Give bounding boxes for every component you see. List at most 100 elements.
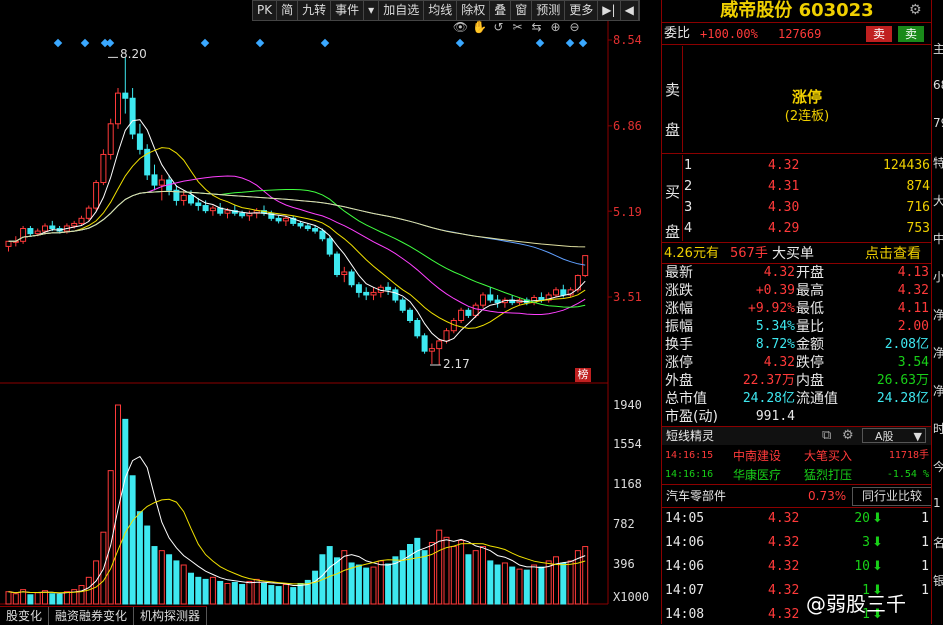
event-marker bbox=[578, 38, 588, 48]
volume-bar bbox=[450, 546, 457, 605]
sprite-row[interactable]: 14:16:15 中南建设 大笔买入 11718手 bbox=[662, 447, 932, 465]
tick-price: 4.32 bbox=[768, 559, 800, 574]
toolbar-item[interactable]: 均线 bbox=[424, 1, 458, 20]
sprite-event: 大笔买入 bbox=[804, 449, 853, 463]
quote-value: 2.00 bbox=[897, 319, 929, 334]
big-buy-link[interactable]: 点击查看 bbox=[865, 245, 921, 263]
toolbar-item[interactable]: 加自选 bbox=[379, 1, 425, 20]
tick-flag: 1 bbox=[921, 559, 929, 574]
candle-body bbox=[407, 309, 413, 322]
kline-chart[interactable]: PK 简九转 事件 ▾ 加自选 均线 除权叠窗预测 更多 ▶| ◀ 👁 ✋ ↺ ✂ ⇆ ⊕ ⊖ 8.54 6.… bbox=[0, 0, 660, 625]
rank-badge[interactable]: 榜 bbox=[575, 368, 591, 382]
level-num: 3 bbox=[684, 200, 693, 215]
consecutive-limit: (2连板) bbox=[784, 109, 830, 124]
volume-bar bbox=[458, 539, 465, 605]
event-marker bbox=[105, 38, 115, 48]
bottom-tab[interactable]: 融资融券变化 bbox=[49, 607, 135, 625]
sector-name[interactable]: 汽车零部件 bbox=[666, 487, 726, 505]
chart-tool-icon[interactable]: ↺ bbox=[490, 20, 507, 34]
toolbar-item[interactable]: 叠 bbox=[490, 1, 512, 20]
candle-body bbox=[85, 207, 92, 219]
candle-body bbox=[100, 153, 107, 184]
kline-svg[interactable] bbox=[0, 0, 660, 624]
bottom-tab[interactable]: 股变化 bbox=[0, 607, 50, 625]
toolbar-item[interactable]: PK bbox=[253, 1, 278, 20]
sprite-stock: 华康医疗 bbox=[733, 468, 782, 482]
level-volume: 753 bbox=[906, 221, 930, 236]
buy-button[interactable]: 卖 bbox=[898, 26, 924, 42]
compare-button[interactable]: 同行业比较 bbox=[852, 487, 932, 506]
sprite-row[interactable]: 14:16:16 华康医疗 猛烈打压 -1.54 % bbox=[662, 466, 932, 484]
settings-icon[interactable]: ⚙ bbox=[842, 427, 854, 445]
quote-row: 涨停 4.32 跌停 3.54 bbox=[662, 354, 932, 372]
event-marker bbox=[200, 38, 210, 48]
chart-tool-icon[interactable]: ⇆ bbox=[528, 20, 545, 34]
volume-axis-label: 1554 bbox=[613, 437, 642, 451]
tick-volume: 10 bbox=[854, 559, 870, 574]
toolbar-item[interactable]: ▾ bbox=[364, 1, 380, 20]
volume-bar bbox=[173, 560, 180, 605]
toolbar-item[interactable]: ◀ bbox=[621, 1, 639, 20]
chart-tool-icon[interactable]: ⊕ bbox=[547, 20, 564, 34]
volume-bar bbox=[487, 560, 494, 605]
volume-bar bbox=[480, 546, 486, 605]
tick-time: 14:06 bbox=[665, 535, 705, 550]
quote-label: 总市值 bbox=[665, 391, 707, 407]
candle-body bbox=[304, 225, 311, 230]
quote-label: 涨幅 bbox=[665, 301, 693, 317]
volume-unit: X1000 bbox=[613, 590, 650, 604]
volume-bar bbox=[261, 582, 267, 605]
market-select[interactable]: A股 ▼ bbox=[862, 428, 926, 443]
toolbar-item[interactable]: 除权 bbox=[457, 1, 491, 20]
arrow-down-icon: ⬇ bbox=[872, 535, 883, 550]
toolbar-item[interactable]: ▶| bbox=[598, 1, 621, 20]
popout-icon[interactable]: ⧉ bbox=[822, 427, 831, 445]
tick-price: 4.32 bbox=[768, 583, 800, 598]
toolbar-item[interactable]: 简 bbox=[277, 1, 299, 20]
quote-value: 4.32 bbox=[763, 265, 795, 280]
candle-body bbox=[122, 92, 129, 99]
volume-bar bbox=[34, 592, 41, 605]
quote-value: 4.13 bbox=[897, 265, 929, 280]
quote-value: 2.08亿 bbox=[884, 337, 929, 352]
chart-tool-icon[interactable]: ✋ bbox=[471, 20, 488, 34]
gear-icon[interactable]: ⚙ bbox=[909, 2, 922, 18]
volume-bar bbox=[12, 593, 19, 605]
level-num: 2 bbox=[684, 179, 693, 194]
volume-bar bbox=[129, 475, 136, 605]
quote-value: 8.72% bbox=[755, 337, 795, 352]
chart-tool-icon[interactable]: 👁 bbox=[452, 20, 469, 34]
arrow-down-icon: ⬇ bbox=[872, 511, 883, 526]
toolbar-item[interactable]: 窗 bbox=[511, 1, 533, 20]
candle-body bbox=[480, 294, 486, 306]
toolbar-item[interactable]: 更多 bbox=[565, 1, 599, 20]
toolbar-item[interactable]: 事件 bbox=[331, 1, 365, 20]
volume-bar bbox=[501, 562, 508, 605]
chart-tool-icon[interactable]: ✂ bbox=[509, 20, 526, 34]
chart-tool-icon[interactable]: ⊖ bbox=[566, 20, 583, 34]
candle-body bbox=[363, 291, 370, 296]
sell-button[interactable]: 卖 bbox=[866, 26, 892, 42]
tick-flag: 1 bbox=[921, 583, 929, 598]
limit-up-status: 涨停 bbox=[791, 88, 822, 106]
quote-row: 外盘 22.37万 内盘 26.63万 bbox=[662, 372, 932, 390]
toolbar-item[interactable]: 预测 bbox=[532, 1, 566, 20]
volume-bar bbox=[531, 564, 538, 605]
candle-body bbox=[20, 228, 27, 242]
candle-body bbox=[136, 133, 143, 150]
ma-line-5 bbox=[8, 119, 586, 343]
toolbar-item[interactable]: 九转 bbox=[298, 1, 332, 20]
bottom-tab[interactable]: 机构探测器 bbox=[134, 607, 208, 625]
volume-bar bbox=[428, 541, 435, 605]
stock-title: 威帝股份 603023 bbox=[662, 0, 932, 22]
quote-panel: 威帝股份 603023 ⚙ 委比 +100.00% 127669 卖 卖 卖盘 … bbox=[661, 0, 932, 624]
volume-bar bbox=[158, 550, 165, 605]
buy-level-row: 1 4.32 124436 bbox=[662, 157, 932, 175]
volume-bar bbox=[209, 576, 216, 605]
price-axis-label: 3.51 bbox=[613, 290, 642, 304]
sprite-value: 11718手 bbox=[888, 450, 929, 461]
quote-row: 总市值 24.28亿 流通值 24.28亿 bbox=[662, 390, 932, 408]
quote-label: 流通值 bbox=[796, 391, 838, 407]
candle-body bbox=[560, 289, 567, 296]
tick-row: 14:06 4.32 3 ⬇ 1 bbox=[662, 534, 932, 552]
